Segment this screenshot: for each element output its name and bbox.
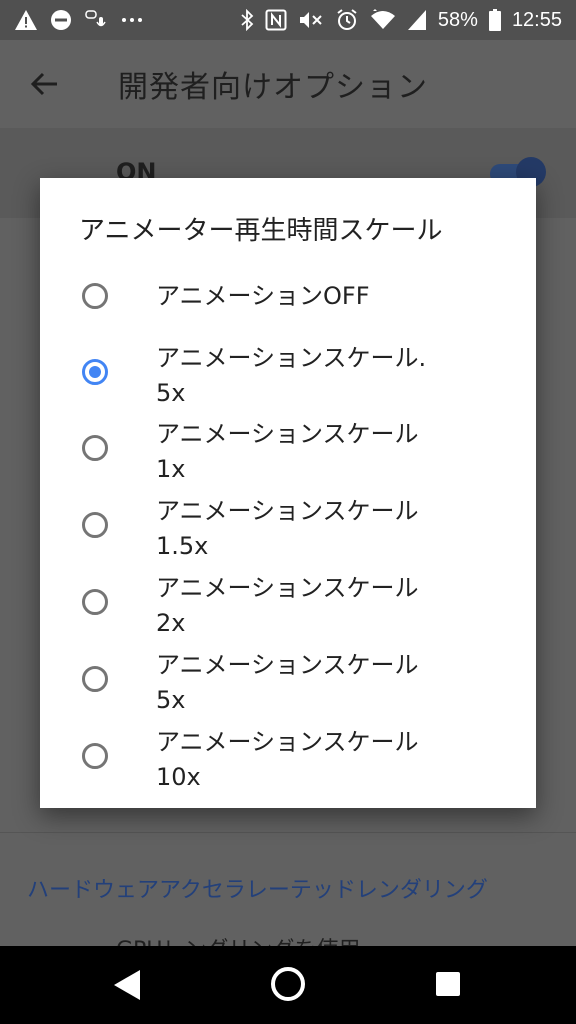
option-scale-0.5x[interactable]: アニメーションスケール. 5x xyxy=(40,334,536,410)
option-scale-1x[interactable]: アニメーションスケール 1x xyxy=(40,410,536,486)
back-arrow-icon[interactable] xyxy=(30,69,60,99)
option-label: アニメーションスケール 2x xyxy=(156,574,419,637)
option-label: アニメーションOFF xyxy=(156,282,370,310)
nav-recents-icon[interactable] xyxy=(435,971,461,1001)
nfc-icon xyxy=(265,9,287,31)
battery-percent: 58% xyxy=(437,8,478,31)
mute-icon xyxy=(298,9,324,31)
option-label: アニメーションスケール. 5x xyxy=(156,344,427,407)
option-animation-off[interactable]: アニメーションOFF xyxy=(40,258,536,334)
radio-button[interactable] xyxy=(82,435,108,461)
option-label: アニメーションスケール 1.5x xyxy=(156,497,419,560)
radio-button[interactable] xyxy=(82,743,108,769)
option-scale-1.5x[interactable]: アニメーションスケール 1.5x xyxy=(40,487,536,563)
radio-button[interactable] xyxy=(82,666,108,692)
wifi-icon xyxy=(370,9,396,31)
option-label: アニメーションスケール 10x xyxy=(156,728,419,791)
nav-home-icon[interactable] xyxy=(270,966,306,1006)
divider xyxy=(0,832,576,833)
bluetooth-icon xyxy=(240,9,254,31)
dialog-title: アニメーター再生時間スケール xyxy=(79,216,443,246)
navigation-bar xyxy=(0,946,576,1024)
option-label: アニメーションスケール 1x xyxy=(156,420,419,483)
option-label: アニメーションスケール 5x xyxy=(156,651,419,714)
cell-signal-icon xyxy=(407,9,427,31)
nav-back-icon[interactable] xyxy=(112,968,142,1006)
option-scale-10x[interactable]: アニメーションスケール 10x xyxy=(40,718,536,794)
more-notifications-icon xyxy=(120,16,144,24)
clock: 12:55 xyxy=(511,8,562,31)
status-bar: 58% 12:55 xyxy=(0,0,576,40)
voice-input-icon xyxy=(84,9,108,31)
radio-button[interactable] xyxy=(82,512,108,538)
animator-duration-scale-dialog: アニメーター再生時間スケール アニメーションOFF アニメーションスケール. 5… xyxy=(40,178,536,808)
radio-button[interactable] xyxy=(82,283,108,309)
section-header: ハードウェアアクセラレーテッドレンダリング xyxy=(27,878,488,903)
radio-button[interactable] xyxy=(82,589,108,615)
do-not-disturb-icon xyxy=(50,9,72,31)
radio-button-selected[interactable] xyxy=(82,359,108,385)
battery-icon xyxy=(488,9,501,31)
app-bar: 開発者向けオプション xyxy=(0,40,576,129)
option-scale-5x[interactable]: アニメーションスケール 5x xyxy=(40,641,536,717)
option-scale-2x[interactable]: アニメーションスケール 2x xyxy=(40,564,536,640)
warning-icon xyxy=(14,9,38,31)
alarm-icon xyxy=(335,8,359,32)
page-title: 開発者向けオプション xyxy=(118,70,428,105)
